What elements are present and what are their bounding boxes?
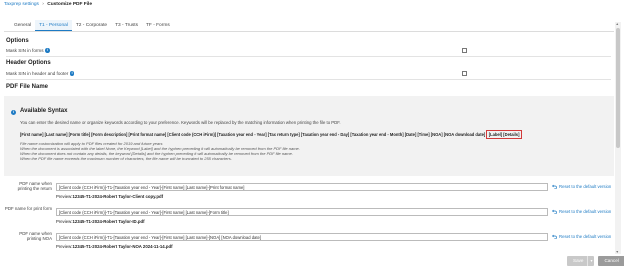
reset-default-button[interactable]: Reset to the default version <box>552 209 611 214</box>
available-syntax-title: Available Syntax <box>20 108 68 114</box>
mask-sin-forms-label: Mask SIN in forms <box>6 48 44 53</box>
scroll-up-icon[interactable]: ▲ <box>616 22 619 26</box>
mask-sin-forms-checkbox[interactable] <box>462 48 467 53</box>
undo-icon <box>552 234 557 239</box>
pdf-name-print-form-input[interactable]: [Client code (CCH iFirm)]-T1-[Taxation y… <box>56 208 548 216</box>
mask-sin-header-footer-label: Mask SIN in header and footer <box>6 71 69 76</box>
undo-icon <box>552 184 557 189</box>
divider <box>6 56 611 57</box>
tab-general[interactable]: General <box>10 20 35 31</box>
pdf-name-return-row: PDF name when printing the return [Clien… <box>4 181 616 203</box>
options-heading: Options <box>6 38 29 44</box>
pdf-name-return-label: PDF name when printing the return <box>17 181 52 191</box>
header-options-heading: Header Options <box>6 60 51 66</box>
syntax-note: When the PDF file name exceeds the maxim… <box>20 156 232 162</box>
pdf-name-print-form-row: PDF name for print form [Client code (CC… <box>4 206 616 228</box>
syntax-description: You can enter the desired name or organi… <box>20 120 341 125</box>
pdf-name-noa-row: PDF name when printing NOA [Client code … <box>4 231 616 253</box>
preview-value: 12345-T1-2024-Robert Taylor-NOA 2024-11-… <box>72 244 173 249</box>
syntax-keywords: [First name] [Last name] [Form title] [F… <box>20 130 522 139</box>
tab-t1-personal[interactable]: T1 - Personal <box>35 20 72 31</box>
tab-tf-forms[interactable]: TF - Forms <box>142 20 174 31</box>
chevron-down-icon[interactable]: ▾ <box>587 256 594 266</box>
preview-text: Preview:12345-T1-2024-Robert Taylor-ID.p… <box>56 219 145 224</box>
syntax-notes: File name customization will apply to PD… <box>20 141 300 161</box>
undo-icon <box>552 209 557 214</box>
divider <box>6 79 611 80</box>
mask-sin-header-row: Mask SIN in header and footer i <box>6 71 75 76</box>
pdf-name-noa-label: PDF name when printing NOA <box>19 231 52 241</box>
breadcrumb: Taxprep settings › Customize PDF File <box>4 2 92 7</box>
scrollbar-thumb[interactable] <box>616 28 620 148</box>
preview-label: Preview: <box>56 219 73 224</box>
reset-default-label: Reset to the default version <box>559 234 612 239</box>
save-label: Save <box>573 258 584 263</box>
preview-text: Preview:12345-T1-2024-Robert Taylor-Clie… <box>56 194 163 199</box>
page-title: Customize PDF File <box>47 2 93 7</box>
mask-sin-forms-row: Mask SIN in forms i <box>6 48 50 53</box>
reset-default-button[interactable]: Reset to the default version <box>552 234 611 239</box>
tab-divider <box>4 31 614 32</box>
pdf-name-print-form-label: PDF name for print form <box>4 206 52 211</box>
highlighted-keywords: [Label] [Details] <box>486 130 522 139</box>
scroll-down-icon[interactable]: ▼ <box>616 250 619 254</box>
reset-default-label: Reset to the default version <box>559 184 612 189</box>
preview-label: Preview: <box>56 194 73 199</box>
pdf-name-noa-input[interactable]: [Client code (CCH iFirm)]-T1-[Taxation y… <box>56 233 548 241</box>
available-syntax-panel: i Available Syntax You can enter the des… <box>4 96 614 176</box>
keyword-list: [First name] [Last name] [Form title] [F… <box>20 132 486 137</box>
cancel-button[interactable]: Cancel <box>598 256 624 266</box>
mask-sin-header-footer-checkbox[interactable] <box>462 71 467 76</box>
save-button[interactable]: Save ▾ <box>567 256 595 266</box>
tab-t2-corporate[interactable]: T2 - Corporate <box>72 20 111 31</box>
breadcrumb-taxprep-settings-link[interactable]: Taxprep settings <box>4 2 39 7</box>
vertical-scrollbar[interactable]: ▲ ▼ <box>615 22 621 254</box>
preview-label: Preview: <box>56 244 73 249</box>
tab-bar: General T1 - Personal T2 - Corporate T3 … <box>10 20 174 31</box>
reset-default-button[interactable]: Reset to the default version <box>552 184 611 189</box>
reset-default-label: Reset to the default version <box>559 209 612 214</box>
pdf-file-name-heading: PDF File Name <box>6 84 49 90</box>
pdf-name-return-input[interactable]: [Client code (CCH iFirm)]-T1-[Taxation y… <box>56 183 548 191</box>
breadcrumb-separator: › <box>42 2 44 7</box>
tab-t3-trusts[interactable]: T3 - Trusts <box>111 20 142 31</box>
preview-value: 12345-T1-2024-Robert Taylor-Client copy.… <box>72 194 164 199</box>
preview-text: Preview:12345-T1-2024-Robert Taylor-NOA … <box>56 244 173 249</box>
footer-actions: Save ▾ Cancel <box>567 256 624 266</box>
info-icon: i <box>11 110 16 115</box>
preview-value: 12345-T1-2024-Robert Taylor-ID.pdf <box>72 219 145 224</box>
info-icon[interactable]: i <box>45 48 50 53</box>
info-icon[interactable]: i <box>69 71 75 76</box>
